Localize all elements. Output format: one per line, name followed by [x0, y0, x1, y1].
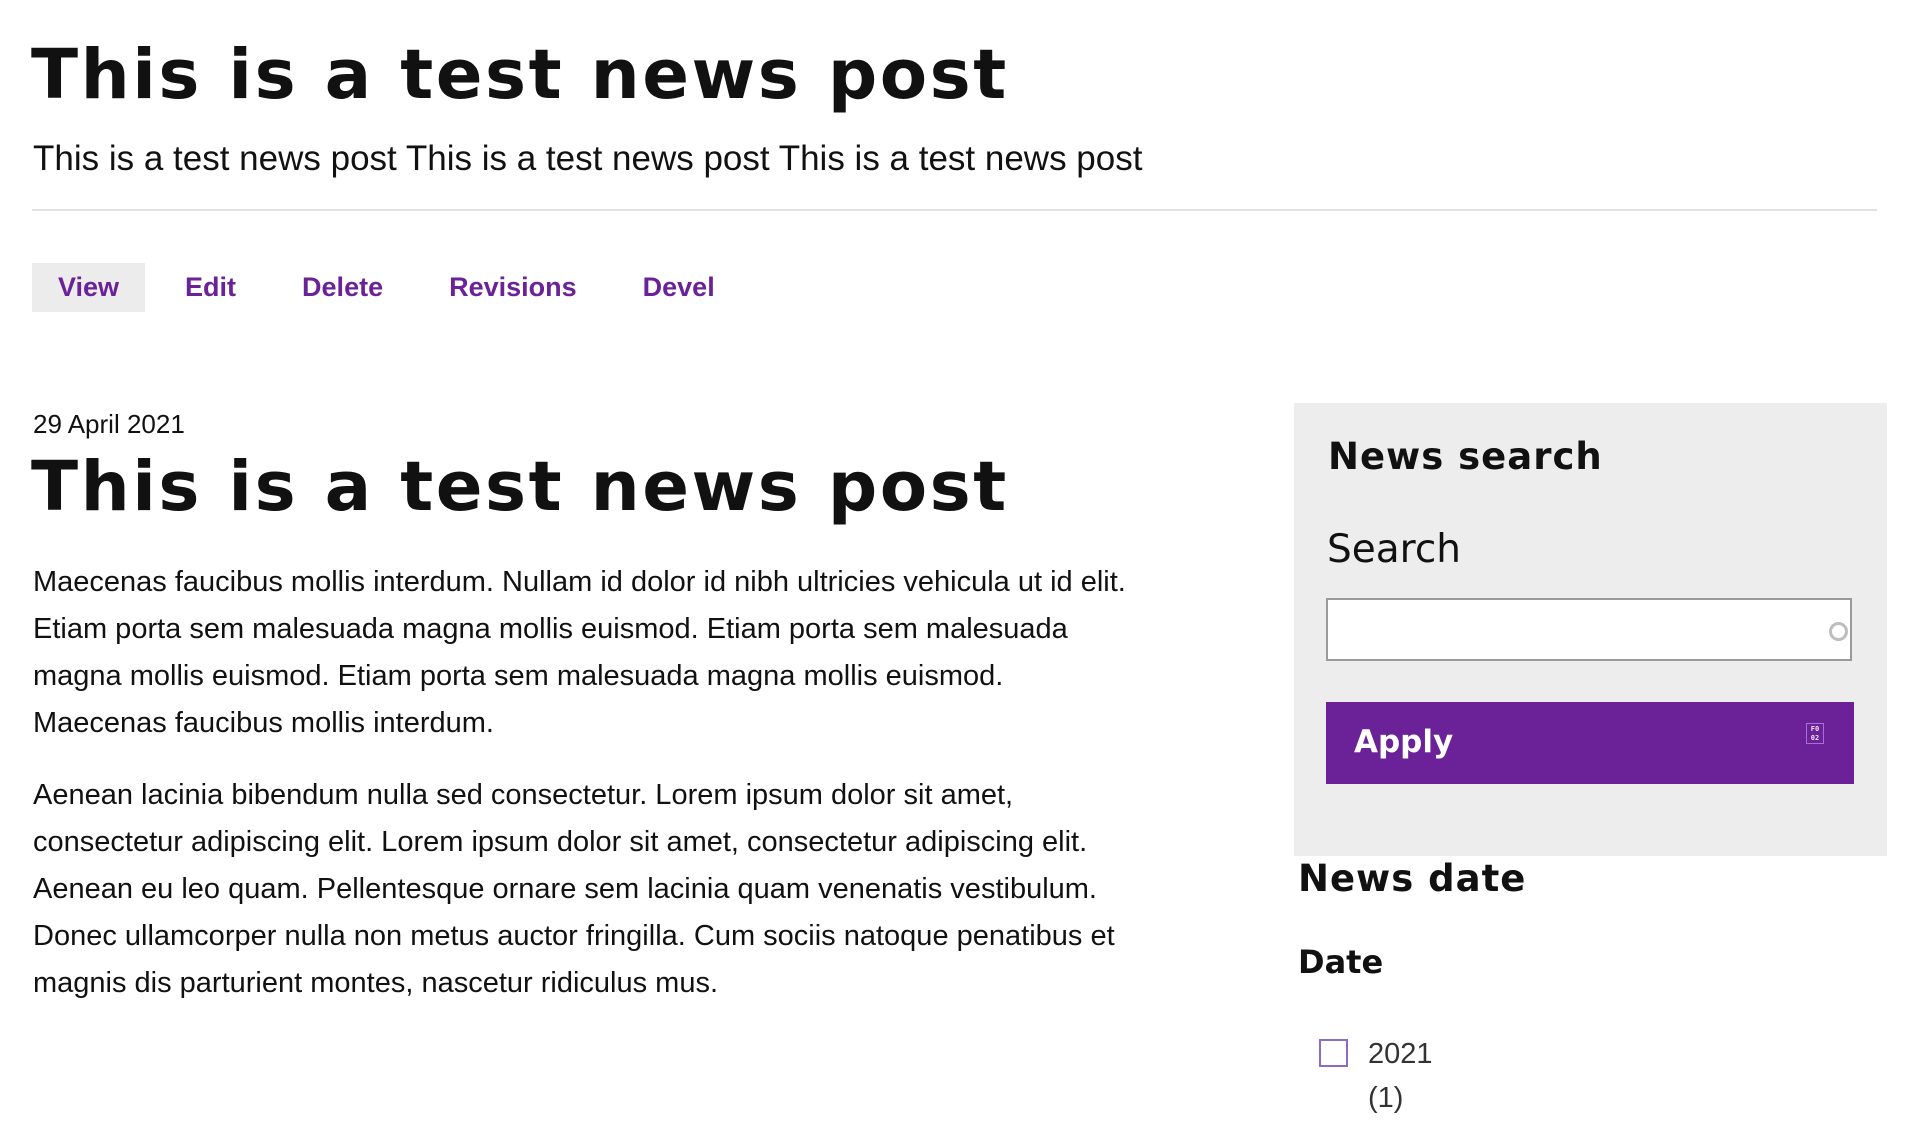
page-title: This is a test news post — [31, 35, 1009, 115]
paragraph-line: Aenean eu leo quam. Pellentesque ornare … — [33, 873, 1097, 905]
tab-revisions[interactable]: Revisions — [423, 263, 603, 312]
tab-delete[interactable]: Delete — [276, 263, 409, 312]
news-search-heading: News search — [1328, 435, 1603, 478]
tab-devel[interactable]: Devel — [617, 263, 741, 312]
paragraph-line: Etiam porta sem malesuada magna mollis e… — [33, 613, 1068, 645]
date-facet-label: Date — [1298, 943, 1384, 981]
year-option-label[interactable]: 2021 — [1368, 1036, 1433, 1072]
news-date-heading: News date — [1298, 857, 1527, 900]
tab-edit[interactable]: Edit — [159, 263, 262, 312]
tab-view[interactable]: View — [32, 263, 146, 312]
paragraph: Maecenas faucibus mollis interdum. Nulla… — [33, 559, 1263, 747]
year-2021-checkbox[interactable] — [1319, 1039, 1348, 1067]
paragraph-line: magnis dis parturient montes, nascetur r… — [33, 967, 719, 999]
paragraph: Aenean lacinia bibendum nulla sed consec… — [33, 772, 1263, 1007]
post-title: This is a test news post — [31, 447, 1009, 527]
paragraph-line: consectetur adipiscing elit. Lorem ipsum… — [33, 826, 1088, 858]
paragraph-line: Maecenas faucibus mollis interdum. — [33, 707, 494, 739]
search-input[interactable] — [1326, 598, 1852, 661]
circle-search-icon — [1829, 622, 1848, 641]
apply-button[interactable] — [1326, 702, 1854, 784]
paragraph-line: Donec ullamcorper nulla non metus auctor… — [33, 920, 1115, 952]
page-subtitle: This is a test news post This is a test … — [33, 139, 1143, 178]
header-divider — [32, 209, 1877, 211]
paragraph-line: magna mollis euismod. Etiam porta sem ma… — [33, 660, 1004, 692]
post-date: 29 April 2021 — [33, 409, 185, 439]
article-body: Maecenas faucibus mollis interdum. Nulla… — [33, 559, 1263, 1032]
paragraph-line: Maecenas faucibus mollis interdum. Nulla… — [33, 566, 1126, 598]
paragraph-line: Aenean lacinia bibendum nulla sed consec… — [33, 779, 1014, 811]
year-option-count: (1) — [1368, 1082, 1404, 1114]
local-tasks-tabs: View Edit Delete Revisions Devel — [32, 263, 755, 312]
search-label: Search — [1327, 527, 1461, 572]
